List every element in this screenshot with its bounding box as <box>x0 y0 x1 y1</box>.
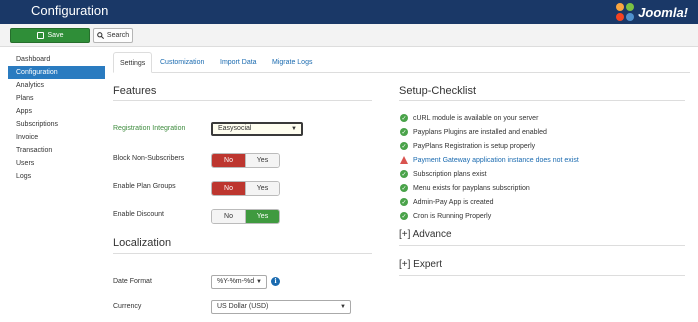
checklist-item-text: Subscription plans exist <box>413 170 487 178</box>
enable-plan-groups-toggle[interactable]: No Yes <box>211 181 280 196</box>
sidebar: Dashboard Configuration Analytics Plans … <box>8 53 105 183</box>
warning-icon <box>400 156 408 164</box>
sidebar-item-configuration[interactable]: Configuration <box>8 66 105 79</box>
tab-customization[interactable]: Customization <box>160 52 204 73</box>
sidebar-item-dashboard[interactable]: Dashboard <box>8 53 105 66</box>
toolbar: Save Search <box>0 24 698 47</box>
save-button-label: Save <box>47 32 64 39</box>
check-circle-icon: ✓ <box>400 114 408 122</box>
checklist-item: ✓ Admin-Pay App is created <box>400 196 494 208</box>
block-yes-option[interactable]: Yes <box>245 154 279 167</box>
date-format-select[interactable]: %Y-%m-%d ▼ <box>211 275 267 289</box>
registration-integration-value: Easysocial <box>218 125 252 132</box>
block-non-subscribers-toggle[interactable]: No Yes <box>211 153 280 168</box>
checklist-item: ✓ Cron is Running Properly <box>400 210 491 222</box>
expert-divider <box>399 275 685 276</box>
checklist-divider <box>399 100 685 101</box>
tab-migrate-logs[interactable]: Migrate Logs <box>272 52 312 73</box>
date-format-label: Date Format <box>113 278 152 285</box>
chevron-down-icon: ▼ <box>340 304 346 310</box>
discount-no-option[interactable]: No <box>212 210 245 223</box>
checklist-item-link[interactable]: Payment Gateway application instance doe… <box>413 157 579 164</box>
registration-integration-label: Registration Integration <box>113 125 186 132</box>
info-icon[interactable]: i <box>271 277 280 286</box>
checklist-item: ✓ Payplans Plugins are installed and ena… <box>400 126 547 138</box>
search-button[interactable]: Search <box>93 28 133 43</box>
check-circle-icon: ✓ <box>400 170 408 178</box>
tab-bar: Settings Customization Import Data Migra… <box>113 52 690 73</box>
registration-integration-select[interactable]: Easysocial ▼ <box>211 122 303 136</box>
sidebar-item-plans[interactable]: Plans <box>8 92 105 105</box>
joomla-logo-icon <box>616 3 635 21</box>
check-circle-icon: ✓ <box>400 198 408 206</box>
checklist-item: ✓ Subscription plans exist <box>400 168 487 180</box>
advance-expander[interactable]: [+] Advance <box>399 229 452 240</box>
currency-label: Currency <box>113 303 142 310</box>
sidebar-item-users[interactable]: Users <box>8 157 105 170</box>
save-button[interactable]: Save <box>10 28 90 43</box>
checklist-item-text: cURL module is available on your server <box>413 114 539 122</box>
groups-no-option[interactable]: No <box>212 182 245 195</box>
groups-yes-option[interactable]: Yes <box>245 182 279 195</box>
discount-yes-option[interactable]: Yes <box>245 210 279 223</box>
check-circle-icon: ✓ <box>400 142 408 150</box>
checklist-item-text: Admin-Pay App is created <box>413 198 494 206</box>
sidebar-item-logs[interactable]: Logs <box>8 170 105 183</box>
save-icon <box>36 32 44 39</box>
date-format-value: %Y-%m-%d <box>217 278 255 285</box>
checklist-item-text: PayPlans Registration is setup properly <box>413 142 536 150</box>
checklist-item-text: Cron is Running Properly <box>413 212 492 220</box>
block-no-option[interactable]: No <box>212 154 245 167</box>
tab-settings[interactable]: Settings <box>113 52 153 73</box>
enable-plan-groups-label: Enable Plan Groups <box>113 183 176 190</box>
check-circle-icon: ✓ <box>400 184 408 192</box>
checklist-item: ✓ PayPlans Registration is setup properl… <box>400 140 535 152</box>
page-title: Configuration <box>31 3 109 18</box>
checklist-item: ✓ cURL module is available on your serve… <box>400 112 538 124</box>
tab-import-data[interactable]: Import Data <box>220 52 257 73</box>
sidebar-item-apps[interactable]: Apps <box>8 105 105 118</box>
advance-divider <box>399 245 685 246</box>
check-circle-icon: ✓ <box>400 128 408 136</box>
localization-divider <box>113 253 372 254</box>
features-divider <box>113 100 372 101</box>
enable-discount-label: Enable Discount <box>113 211 164 218</box>
checklist-item-text: Menu exists for payplans subscription <box>413 184 530 192</box>
chevron-down-icon: ▼ <box>256 279 262 285</box>
joomla-logo[interactable]: Joomla! <box>616 2 688 22</box>
expert-expander[interactable]: [+] Expert <box>399 259 442 270</box>
localization-heading: Localization <box>113 237 172 249</box>
joomla-logo-text: Joomla! <box>638 4 688 20</box>
checklist-item-text: Payplans Plugins are installed and enabl… <box>413 128 547 136</box>
currency-select[interactable]: US Dollar (USD) ▼ <box>211 300 351 314</box>
sidebar-item-invoice[interactable]: Invoice <box>8 131 105 144</box>
enable-discount-toggle[interactable]: No Yes <box>211 209 280 224</box>
currency-value: US Dollar (USD) <box>217 303 269 310</box>
sidebar-item-subscriptions[interactable]: Subscriptions <box>8 118 105 131</box>
sidebar-item-transaction[interactable]: Transaction <box>8 144 105 157</box>
check-circle-icon: ✓ <box>400 212 408 220</box>
checklist-item-warning[interactable]: Payment Gateway application instance doe… <box>400 154 579 166</box>
sidebar-item-analytics[interactable]: Analytics <box>8 79 105 92</box>
checklist-item: ✓ Menu exists for payplans subscription <box>400 182 530 194</box>
app-header: Configuration Joomla! <box>0 0 698 24</box>
block-non-subscribers-label: Block Non-Subscribers <box>113 155 185 162</box>
setup-checklist-heading: Setup-Checklist <box>399 85 477 97</box>
features-heading: Features <box>113 85 157 97</box>
search-icon <box>97 32 104 39</box>
chevron-down-icon: ▼ <box>291 126 297 132</box>
search-button-label: Search <box>106 32 130 39</box>
